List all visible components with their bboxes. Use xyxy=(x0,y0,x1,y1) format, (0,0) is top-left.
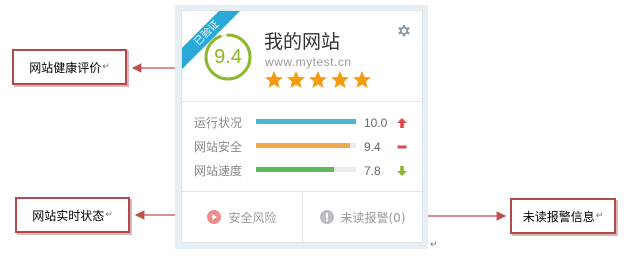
callout-realtime-text: 网站实时状态 xyxy=(32,208,105,223)
metric-row-health: 运行状况 10.0 xyxy=(194,115,416,131)
paragraph-mark: ↵ xyxy=(595,211,604,221)
metric-label: 网站速度 xyxy=(194,164,243,178)
paragraph-mark: ↵ xyxy=(105,210,113,220)
star-icon xyxy=(331,71,349,88)
paragraph-mark: ↵ xyxy=(102,62,110,72)
minus-icon xyxy=(397,145,407,149)
star-icon xyxy=(287,71,305,88)
metric-bar-fill xyxy=(256,119,356,124)
metric-bar-fill xyxy=(256,143,350,148)
callout-health-text: 网站健康评价 xyxy=(29,60,102,75)
metric-value: 10.0 xyxy=(364,116,388,130)
divider xyxy=(182,101,422,102)
star-icon xyxy=(353,71,371,88)
gear-icon[interactable] xyxy=(396,23,412,39)
site-name: 我的网站 xyxy=(264,31,341,53)
metric-bar-track xyxy=(256,143,356,148)
play-icon xyxy=(207,210,222,224)
unread-alerts-label: 未读报警(0) xyxy=(340,210,406,225)
metric-bar-fill xyxy=(256,167,334,172)
alert-icon xyxy=(319,210,334,224)
metric-bar-track xyxy=(256,119,356,124)
unread-alerts-button[interactable]: 未读报警(0) xyxy=(303,192,422,242)
stage: 网站健康评价 ↵ 网站实时状态 ↵ 未读报警信息 ↵ 已验证 9.4 我的网站 www… xyxy=(0,0,630,259)
site-card: 已验证 9.4 我的网站 www.mytest.cn 运行状况 10.0 网站安… xyxy=(181,10,423,243)
metric-row-security: 网站安全 9.4 xyxy=(194,139,416,155)
metric-value: 9.4 xyxy=(364,140,381,154)
site-url[interactable]: www.mytest.cn xyxy=(265,55,352,69)
callout-realtime: 网站实时状态 ↵ xyxy=(15,197,130,233)
metric-row-speed: 网站速度 7.8 xyxy=(194,163,416,179)
paragraph-mark: ↵ xyxy=(430,240,438,250)
down-arrow-icon xyxy=(397,166,407,176)
callout-unread: 未读报警信息 ↵ xyxy=(510,198,616,234)
rating-stars xyxy=(264,70,372,90)
metric-label: 运行状况 xyxy=(194,116,243,130)
callout-unread-text: 未读报警信息 xyxy=(522,209,595,224)
security-risk-button[interactable]: 安全风险 xyxy=(182,192,302,242)
up-arrow-icon xyxy=(397,118,407,128)
metric-bar-track xyxy=(256,167,356,172)
metric-value: 7.8 xyxy=(364,164,381,178)
star-icon xyxy=(265,71,283,88)
health-score: 9.4 xyxy=(214,46,242,68)
star-icon xyxy=(309,71,327,88)
security-risk-label: 安全风险 xyxy=(228,210,277,225)
metric-label: 网站安全 xyxy=(194,140,243,154)
callout-health: 网站健康评价 ↵ xyxy=(12,49,127,85)
